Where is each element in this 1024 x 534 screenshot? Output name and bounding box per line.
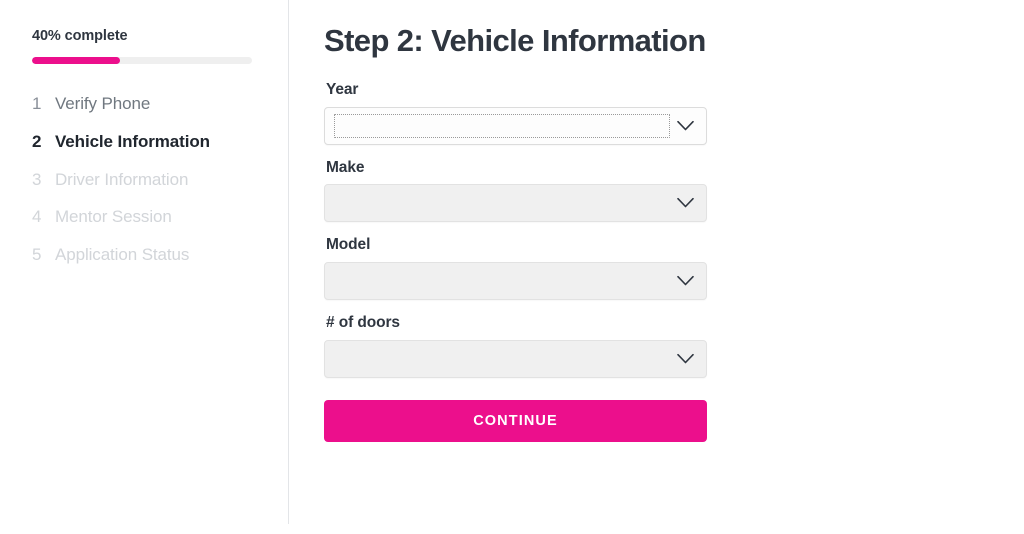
page-title: Step 2: Vehicle Information	[324, 23, 706, 58]
step-number: 4	[32, 207, 42, 227]
select-make[interactable]	[324, 184, 707, 223]
select-box-year[interactable]	[324, 106, 707, 145]
field-of-doors: # of doors	[324, 314, 1024, 378]
field-label-model: Model	[326, 236, 371, 254]
select-model[interactable]	[324, 261, 707, 300]
field-label-make: Make	[326, 158, 365, 176]
progress-bar-track	[32, 57, 252, 65]
field-model: Model	[324, 236, 1024, 300]
vehicle-information-form: Year Make Model # of doors	[324, 81, 1024, 378]
step-label: Application Status	[55, 244, 190, 264]
select-year[interactable]	[324, 106, 707, 145]
field-make: Make	[324, 159, 1024, 223]
field-label-year: Year	[326, 81, 359, 99]
step-item-mentor-session: 4 Mentor Session	[32, 205, 252, 230]
step-number: 5	[32, 244, 42, 264]
focus-outline	[334, 113, 670, 138]
step-list: 1 Verify Phone 2 Vehicle Information 3 Driver…	[32, 92, 252, 267]
select-box-of-doors[interactable]	[324, 339, 707, 378]
field-year: Year	[324, 81, 1024, 145]
continue-button[interactable]: CONTINUE	[324, 399, 707, 442]
step-item-vehicle-information[interactable]: 2 Vehicle Information	[32, 130, 252, 155]
select-of-doors[interactable]	[324, 339, 707, 378]
form-content: Step 2: Vehicle Information Year Make Mode…	[288, 0, 1024, 534]
step-label: Driver Information	[55, 169, 189, 189]
step-label: Vehicle Information	[55, 132, 210, 152]
progress-label: 40% complete	[32, 28, 128, 44]
step-item-application-status: 5 Application Status	[32, 243, 252, 268]
select-box-make[interactable]	[324, 184, 707, 223]
step-label: Mentor Session	[55, 207, 172, 227]
step-number: 1	[32, 94, 42, 114]
progress-sidebar: 40% complete 1 Verify Phone 2 Vehicle Infor…	[0, 0, 288, 534]
step-number: 3	[32, 169, 42, 189]
step-item-verify-phone[interactable]: 1 Verify Phone	[32, 92, 252, 117]
select-box-model[interactable]	[324, 261, 707, 300]
field-label-of-doors: # of doors	[326, 313, 400, 331]
progress-bar-fill	[32, 57, 120, 65]
step-label: Verify Phone	[55, 94, 151, 114]
step-item-driver-information: 3 Driver Information	[32, 168, 252, 193]
step-number: 2	[32, 132, 42, 152]
vehicle-information-page: 40% complete 1 Verify Phone 2 Vehicle Infor…	[0, 0, 1024, 534]
